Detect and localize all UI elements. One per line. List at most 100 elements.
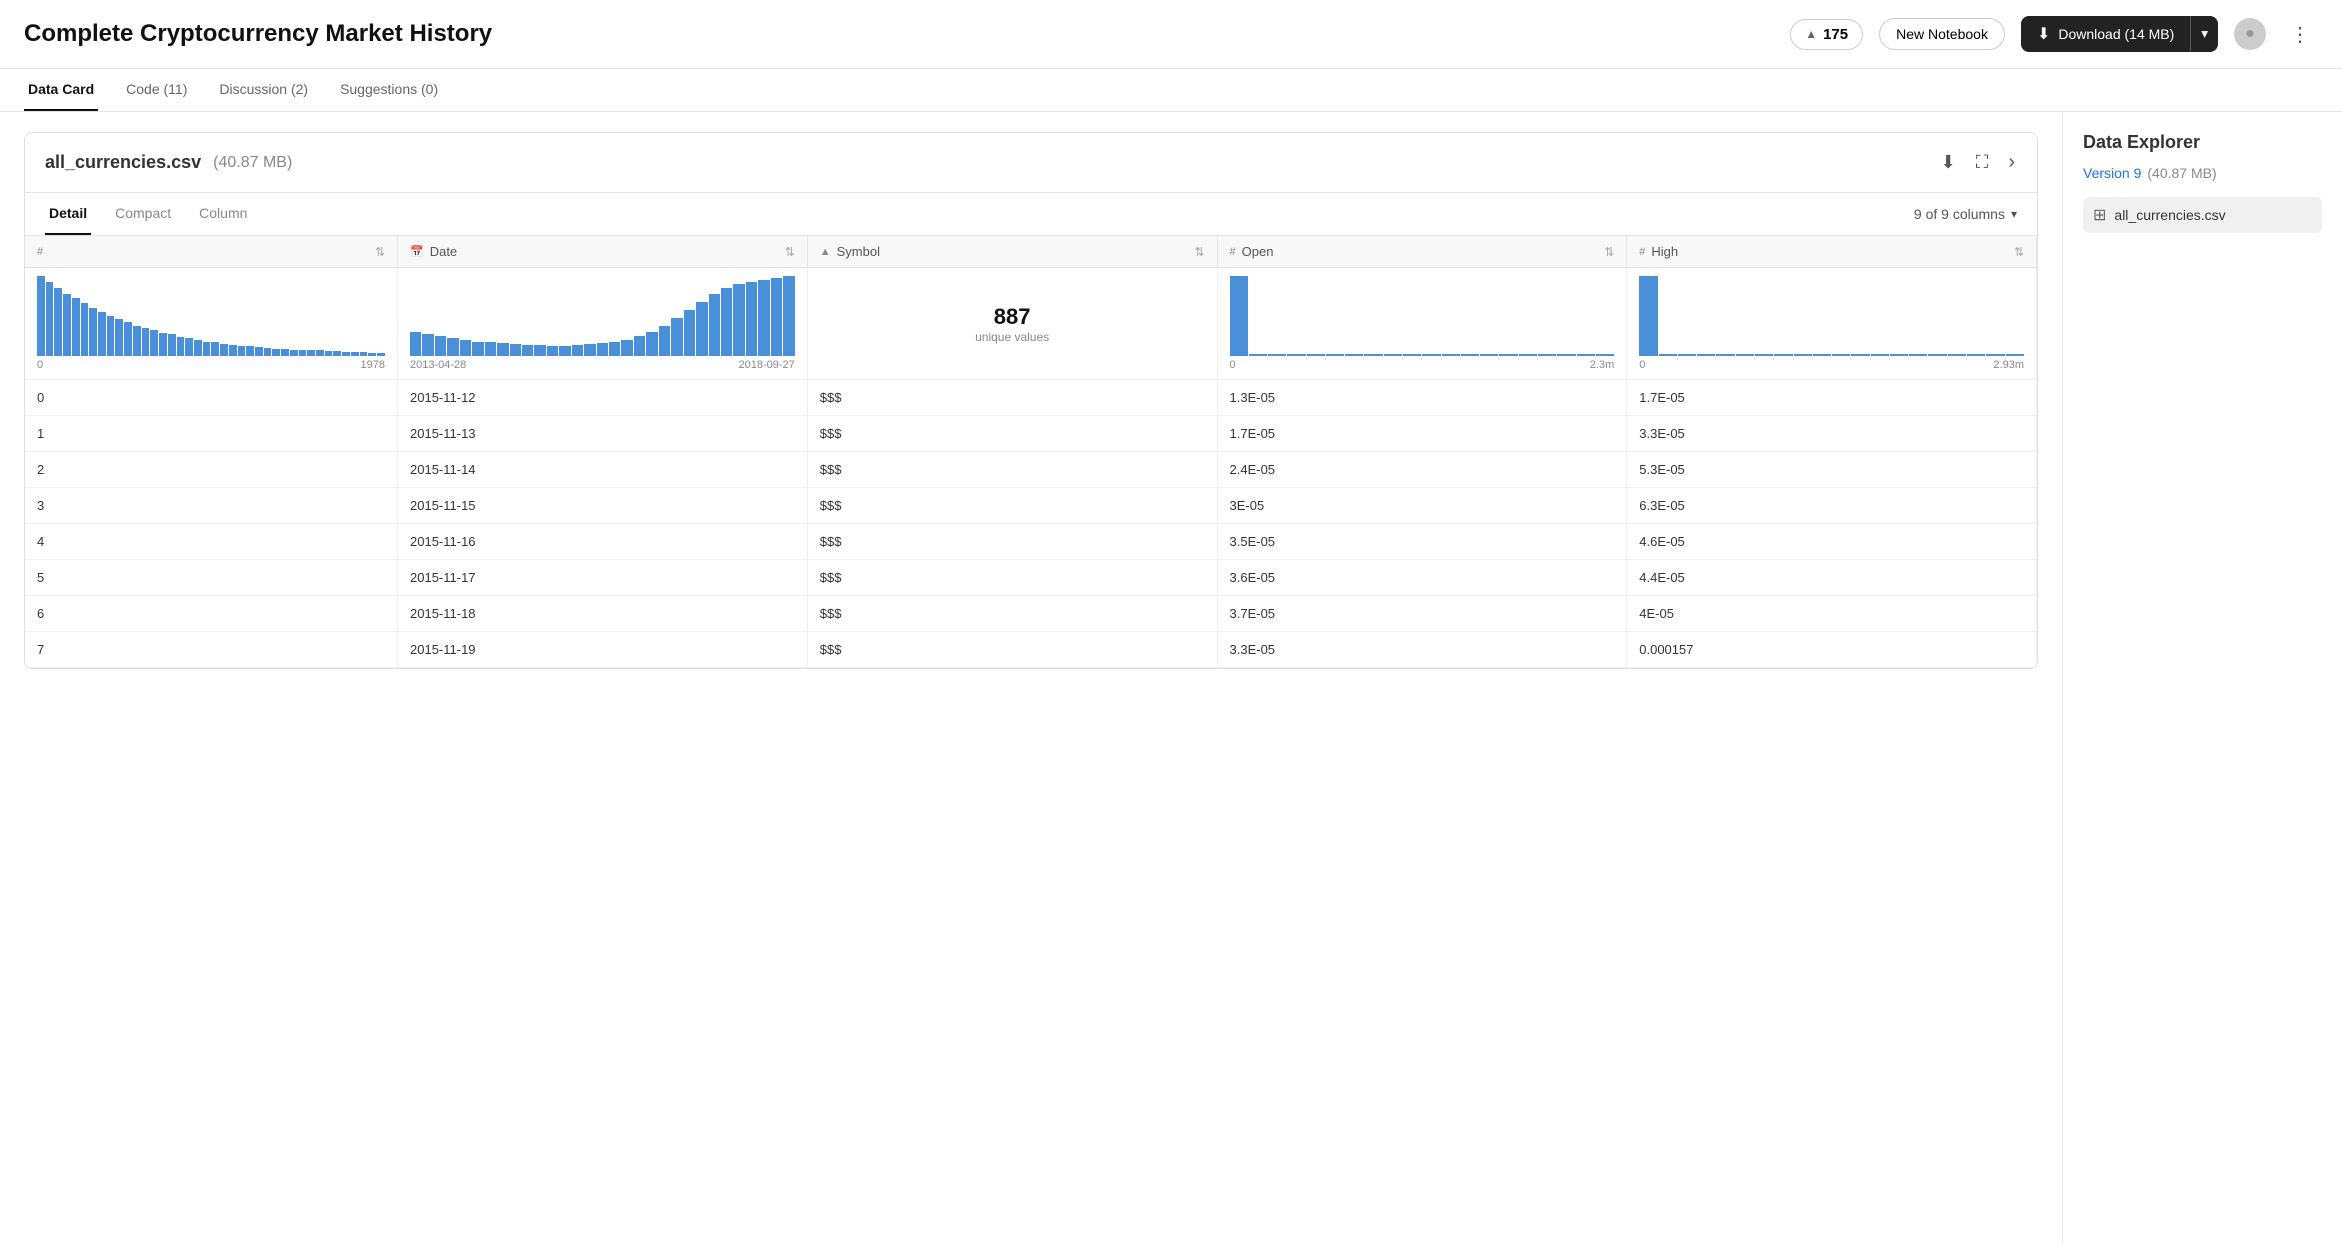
spindle-high-min: 0: [1639, 359, 1645, 371]
cell-open: 3.7E-05: [1217, 596, 1627, 632]
unique-count: 887: [808, 304, 1217, 330]
histogram-row: 0 1978 2013-04-28 2: [25, 268, 2037, 380]
cell-date: 2015-11-19: [398, 632, 808, 668]
chevron-down-icon: ▾: [2201, 26, 2208, 41]
tab-detail[interactable]: Detail: [45, 193, 91, 235]
tab-suggestions[interactable]: Suggestions (0): [336, 69, 442, 111]
histogram-date: 2013-04-28 2018-09-27: [398, 268, 808, 380]
index-type-icon: #: [37, 246, 43, 258]
cell-symbol: $$$: [807, 452, 1217, 488]
fullscreen-button[interactable]: ⛶: [1974, 150, 1991, 175]
cell-date: 2015-11-12: [398, 380, 808, 416]
avatar-icon: ●: [2245, 25, 2255, 43]
col-header-date: 📅 Date ⇅: [398, 236, 808, 268]
download-label: Download (14 MB): [2058, 26, 2174, 42]
tab-compact[interactable]: Compact: [111, 193, 175, 235]
table-row: 02015-11-12$$$1.3E-051.7E-05: [25, 380, 2037, 416]
vote-count: 175: [1823, 26, 1848, 43]
file-name: all_currencies.csv: [45, 152, 201, 173]
table-header-row: # ⇅ 📅 Date: [25, 236, 2037, 268]
cell-symbol: $$$: [807, 416, 1217, 452]
sidebar: Data Explorer Version 9 (40.87 MB) ⊞ all…: [2062, 112, 2342, 1244]
expand-button[interactable]: ›: [2006, 149, 2017, 176]
more-icon: ⋮: [2290, 24, 2310, 46]
tab-column[interactable]: Column: [195, 193, 251, 235]
spindle-open-min: 0: [1230, 359, 1236, 371]
cell-date: 2015-11-17: [398, 560, 808, 596]
page-title: Complete Cryptocurrency Market History: [24, 20, 1774, 48]
cell-high: 5.3E-05: [1627, 452, 2037, 488]
cell-high: 1.7E-05: [1627, 380, 2037, 416]
hist-date-min: 2013-04-28: [410, 359, 466, 371]
table-row: 22015-11-14$$$2.4E-055.3E-05: [25, 452, 2037, 488]
col-header-symbol: ▲ Symbol ⇅: [807, 236, 1217, 268]
avatar-button[interactable]: ●: [2234, 18, 2266, 50]
file-card-header: all_currencies.csv (40.87 MB) ⬇ ⛶ ›: [25, 133, 2037, 193]
download-main-button[interactable]: ⬇ Download (14 MB): [2021, 16, 2190, 52]
cell-symbol: $$$: [807, 560, 1217, 596]
cell-index: 2: [25, 452, 398, 488]
cell-symbol: $$$: [807, 596, 1217, 632]
sidebar-version: Version 9 (40.87 MB): [2083, 165, 2322, 181]
cell-date: 2015-11-16: [398, 524, 808, 560]
vote-arrow-icon: ▲: [1805, 27, 1817, 41]
download-file-icon: ⬇: [1941, 152, 1956, 172]
sort-symbol-button[interactable]: ⇅: [1194, 245, 1204, 259]
cell-date: 2015-11-14: [398, 452, 808, 488]
cell-date: 2015-11-13: [398, 416, 808, 452]
file-size: (40.87 MB): [213, 154, 292, 172]
histogram-open: 0 2.3m: [1217, 268, 1627, 380]
arrow-right-icon: ›: [2008, 151, 2015, 173]
col-header-high: # High ⇅: [1627, 236, 2037, 268]
sidebar-file-item[interactable]: ⊞ all_currencies.csv: [2083, 197, 2322, 233]
header: Complete Cryptocurrency Market History ▲…: [0, 0, 2342, 69]
cell-open: 3.3E-05: [1217, 632, 1627, 668]
download-file-button[interactable]: ⬇: [1939, 150, 1958, 175]
cell-high: 6.3E-05: [1627, 488, 2037, 524]
cell-index: 4: [25, 524, 398, 560]
main-layout: all_currencies.csv (40.87 MB) ⬇ ⛶ ›: [0, 112, 2342, 1244]
hist-index-max: 1978: [361, 359, 385, 371]
open-type-icon: #: [1230, 246, 1236, 258]
unique-values-cell: 887 unique values: [807, 268, 1217, 380]
histogram-index: 0 1978: [25, 268, 398, 380]
download-icon: ⬇: [2037, 24, 2050, 44]
spindle-open-max: 2.3m: [1590, 359, 1614, 371]
cell-open: 3.6E-05: [1217, 560, 1627, 596]
table-body: 02015-11-12$$$1.3E-051.7E-0512015-11-13$…: [25, 380, 2037, 668]
col-date-label: Date: [430, 244, 457, 259]
cell-date: 2015-11-18: [398, 596, 808, 632]
tab-code[interactable]: Code (11): [122, 69, 191, 111]
cell-open: 3E-05: [1217, 488, 1627, 524]
tab-data-card[interactable]: Data Card: [24, 69, 98, 111]
vote-button[interactable]: ▲ 175: [1790, 19, 1863, 50]
download-button-group: ⬇ Download (14 MB) ▾: [2021, 16, 2218, 52]
table-row: 12015-11-13$$$1.7E-053.3E-05: [25, 416, 2037, 452]
col-symbol-label: Symbol: [837, 244, 880, 259]
new-notebook-button[interactable]: New Notebook: [1879, 18, 2005, 50]
table-row: 62015-11-18$$$3.7E-054E-05: [25, 596, 2037, 632]
columns-selector[interactable]: 9 of 9 columns ▾: [1914, 206, 2017, 222]
hist-date-max: 2018-09-27: [738, 359, 794, 371]
sidebar-version-link[interactable]: Version 9: [2083, 165, 2141, 181]
file-header-actions: ⬇ ⛶ ›: [1939, 149, 2017, 176]
cell-high: 4.4E-05: [1627, 560, 2037, 596]
download-dropdown-button[interactable]: ▾: [2190, 16, 2218, 52]
cell-index: 6: [25, 596, 398, 632]
sort-date-button[interactable]: ⇅: [785, 245, 795, 259]
sidebar-title: Data Explorer: [2083, 132, 2322, 153]
sort-high-button[interactable]: ⇅: [2014, 245, 2024, 259]
col-header-open: # Open ⇅: [1217, 236, 1627, 268]
table-row: 72015-11-19$$$3.3E-050.000157: [25, 632, 2037, 668]
cell-symbol: $$$: [807, 524, 1217, 560]
tab-discussion[interactable]: Discussion (2): [215, 69, 312, 111]
sidebar-version-size: (40.87 MB): [2147, 165, 2216, 181]
symbol-type-icon: ▲: [820, 246, 831, 258]
sort-index-button[interactable]: ⇅: [375, 245, 385, 259]
unique-label: unique values: [808, 330, 1217, 344]
spindle-high-max: 2.93m: [1993, 359, 2024, 371]
more-options-button[interactable]: ⋮: [2282, 18, 2318, 51]
sort-open-button[interactable]: ⇅: [1604, 245, 1614, 259]
date-type-icon: 📅: [410, 245, 424, 258]
main-tabs: Data Card Code (11) Discussion (2) Sugge…: [0, 69, 2342, 112]
